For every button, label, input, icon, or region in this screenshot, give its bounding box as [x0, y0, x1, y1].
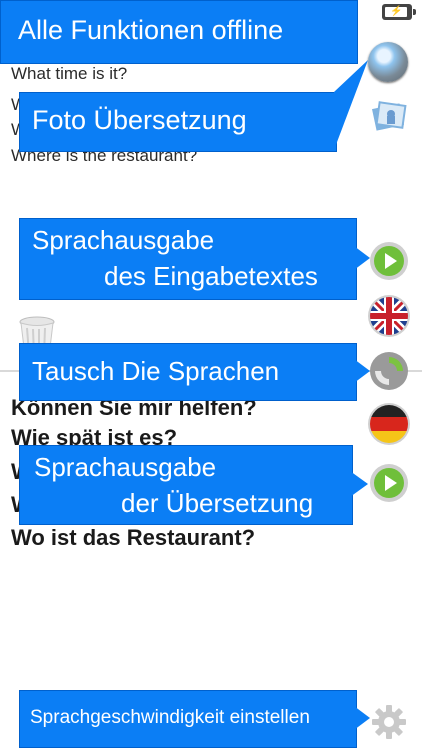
- callout-speed: Sprachgeschwindigkeit einstellen: [19, 690, 357, 748]
- translation-line[interactable]: Wo ist das Restaurant?: [11, 525, 255, 551]
- camera-icon[interactable]: [368, 42, 408, 82]
- callout-speak-input-line1: Sprachausgabe: [32, 225, 215, 255]
- battery-charging-icon: ⚡: [382, 4, 416, 20]
- callout-speak-output-line2: der Übersetzung: [121, 488, 314, 518]
- callout-speak-output-line1: Sprachausgabe: [34, 452, 217, 482]
- callout-speak-output: Sprachausgabe der Übersetzung: [19, 445, 353, 525]
- callout-speed-text: Sprachgeschwindigkeit einstellen: [30, 707, 310, 728]
- callout-swap-pointer: [354, 359, 370, 383]
- callout-speed-pointer: [354, 706, 370, 730]
- callout-offline: Alle Funktionen offline: [0, 0, 358, 64]
- gear-icon[interactable]: [370, 703, 408, 741]
- swap-icon[interactable]: [368, 350, 410, 392]
- callout-swap: Tausch Die Sprachen: [19, 343, 357, 401]
- callout-speak-output-pointer: [350, 471, 368, 497]
- callout-speak-input-pointer: [354, 246, 370, 270]
- source-line[interactable]: What time is it?: [11, 64, 127, 84]
- german-flag-icon[interactable]: [367, 402, 411, 446]
- callout-swap-text: Tausch Die Sprachen: [32, 356, 280, 386]
- play-icon[interactable]: [368, 462, 410, 504]
- callout-photo-pointer: [334, 60, 368, 150]
- callout-speak-input: Sprachausgabe des Eingabetextes: [19, 218, 357, 300]
- callout-offline-text: Alle Funktionen offline: [18, 15, 284, 45]
- play-icon[interactable]: [368, 240, 410, 282]
- callout-photo-text: Foto Übersetzung: [32, 105, 247, 135]
- callout-photo: Foto Übersetzung: [19, 92, 337, 152]
- callout-speak-input-line2: des Eingabetextes: [104, 261, 318, 291]
- uk-flag-icon[interactable]: [367, 294, 411, 338]
- photo-icon[interactable]: [368, 96, 410, 138]
